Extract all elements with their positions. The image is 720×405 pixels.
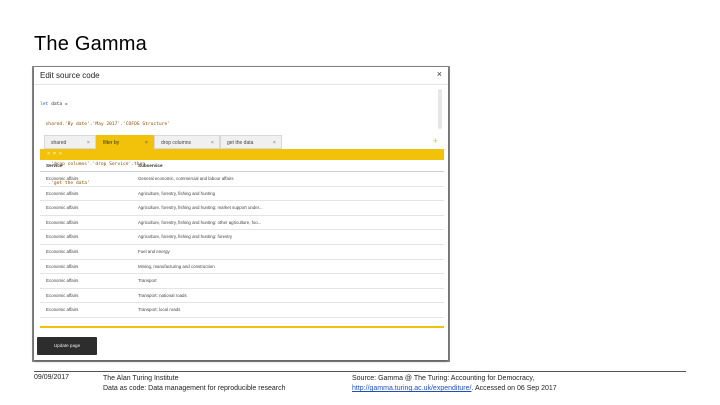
- source-link[interactable]: http://gamma.turing.ac.uk/expenditure/: [352, 385, 471, 392]
- tab-label: get the data: [227, 140, 254, 146]
- tab-label: shared: [51, 140, 67, 146]
- footer-divider: [34, 371, 686, 372]
- cell-subservice: Fuel and energy: [138, 249, 170, 254]
- tab-close-icon[interactable]: ×: [87, 136, 90, 150]
- column-header[interactable]: Service: [46, 163, 62, 168]
- modal-header: Edit source code ×: [34, 67, 448, 85]
- cell-subservice: Transport: national roads: [138, 292, 187, 298]
- cell-service: Economic affairs: [46, 278, 79, 284]
- modal-title: Edit source code: [40, 71, 100, 80]
- table-row: Economic affairs Agriculture, forestry, f…: [40, 216, 444, 231]
- cell-subservice: Transport: local roads: [138, 307, 181, 313]
- pipeline-tabs: shared × filter by × drop columns × get …: [44, 135, 440, 149]
- edit-source-modal: Edit source code × let data = shared.'By…: [34, 67, 448, 360]
- filter-toolbar: < = >: [40, 149, 444, 160]
- cell-service: Economic affairs: [46, 234, 79, 240]
- code-scrollbar[interactable]: [438, 89, 442, 129]
- table-bottom-border: [40, 326, 444, 328]
- table-row: Economic affairs Fuel and energy: [40, 245, 444, 260]
- tab-close-icon[interactable]: ×: [273, 136, 276, 150]
- table-row: Economic affairs Agriculture, forestry, f…: [40, 230, 444, 245]
- tab-shared[interactable]: shared ×: [44, 135, 96, 149]
- table-header: Service Subservice: [40, 160, 444, 172]
- cell-subservice: Agriculture, forestry, fishing and hunti…: [138, 205, 263, 211]
- tab-filter-by[interactable]: filter by ×: [96, 135, 154, 149]
- table-row: Economic affairs Transport: national road…: [40, 289, 444, 304]
- source-accessed: . Accessed on 06 Sep 2017: [471, 385, 557, 392]
- cell-service: Economic affairs: [46, 307, 79, 313]
- close-icon[interactable]: ×: [437, 70, 442, 79]
- footer-talk-title: Data as code: Data management for reprod…: [103, 385, 286, 392]
- update-page-button[interactable]: Update page: [37, 337, 97, 355]
- tab-label: drop columns: [161, 140, 192, 146]
- cell-subservice: Agriculture, forestry, fishing and hunti…: [138, 234, 233, 240]
- code-line: shared.'By date'.'May 2017'.'COFOG Struc…: [40, 121, 170, 127]
- table-row: Economic affairs Transport: local roads: [40, 303, 444, 318]
- cell-service: Economic affairs: [46, 249, 79, 254]
- column-header[interactable]: Subservice: [138, 163, 163, 168]
- slide-title: The Gamma: [34, 33, 147, 55]
- tab-drop-columns[interactable]: drop columns ×: [154, 135, 220, 149]
- cell-service: Economic affairs: [46, 263, 79, 269]
- footer-credits: The Alan Turing Institute Data as code: …: [103, 374, 286, 394]
- table-row: Economic affairs General economic, commer…: [40, 172, 444, 187]
- footer-date: 09/09/2017: [34, 374, 70, 381]
- table-row: Economic affairs Mining, manufacturing an…: [40, 260, 444, 275]
- table-row: Economic affairs Agriculture, forestry, f…: [40, 201, 444, 216]
- table-row: Economic affairs Agriculture, forestry, f…: [40, 187, 444, 202]
- cell-service: Economic affairs: [46, 292, 79, 298]
- cell-service: Economic affairs: [46, 176, 79, 181]
- tab-get-the-data[interactable]: get the data ×: [220, 135, 282, 149]
- table-row: Economic affairs Transport: [40, 274, 444, 289]
- source-text: Source: Gamma @ The Turing: Accounting f…: [352, 375, 535, 382]
- tab-close-icon[interactable]: ×: [211, 136, 214, 150]
- code-line: let data =: [40, 102, 68, 108]
- add-step-icon[interactable]: +: [433, 136, 438, 147]
- tab-close-icon[interactable]: ×: [145, 136, 148, 150]
- cell-service: Economic affairs: [46, 205, 79, 211]
- footer-source: Source: Gamma @ The Turing: Accounting f…: [352, 374, 557, 394]
- cell-service: Economic affairs: [46, 190, 79, 196]
- cell-service: Economic affairs: [46, 219, 79, 225]
- cell-subservice: Mining, manufacturing and construction: [138, 263, 215, 269]
- cell-subservice: General economic, commercial and labour …: [138, 176, 234, 181]
- cell-subservice: Agriculture, forestry, fishing and hunti…: [138, 190, 216, 196]
- cell-subservice: Agriculture, forestry, fishing and hunti…: [138, 219, 262, 225]
- tab-label: filter by: [103, 140, 120, 146]
- cell-subservice: Transport: [138, 278, 157, 284]
- footer-org: The Alan Turing Institute: [103, 375, 179, 382]
- nav-arrows-icon[interactable]: < = >: [47, 151, 62, 158]
